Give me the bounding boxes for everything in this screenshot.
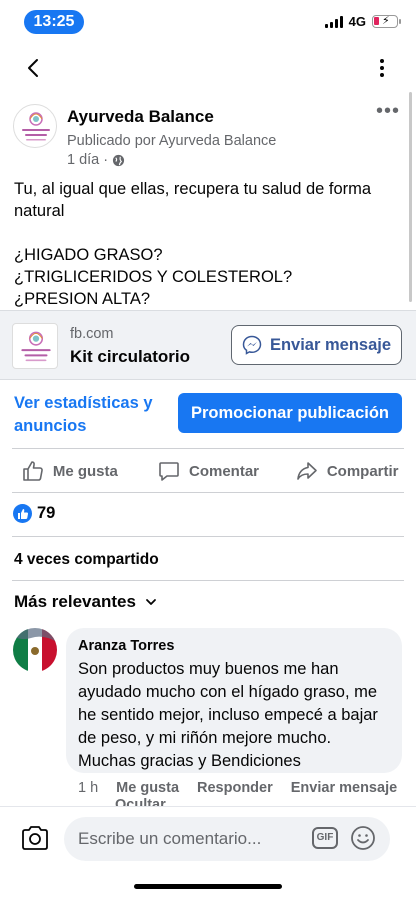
post-action-bar: Me gusta Comentar Compartir — [0, 450, 416, 492]
page-avatar[interactable] — [13, 104, 57, 148]
post-options-button[interactable]: ••• — [376, 100, 400, 123]
chevron-left-icon — [28, 59, 38, 77]
ayurveda-logo — [22, 112, 50, 141]
like-reaction-icon — [13, 504, 32, 523]
mexico-flag-avatar — [13, 628, 57, 672]
status-indicators: 4G ⚡ — [324, 14, 401, 29]
post-time: 1 día · — [67, 152, 125, 168]
published-by: Publicado por Ayurveda Balance — [67, 133, 277, 149]
status-time: 13:25 — [24, 10, 84, 34]
link-domain: fb.com — [70, 326, 114, 342]
comment-text: Son productos muy buenos me han ayudado … — [78, 660, 378, 770]
ayurveda-logo — [21, 331, 51, 362]
comment-author[interactable]: Aranza Torres — [78, 638, 390, 654]
vertical-dots-icon — [380, 59, 384, 77]
divider — [12, 580, 404, 581]
divider — [12, 536, 404, 537]
battery-icon: ⚡ — [372, 15, 401, 28]
chevron-down-icon — [146, 599, 156, 605]
send-message-label: Enviar mensaje — [269, 335, 392, 354]
camera-button[interactable] — [20, 824, 50, 852]
post-header: Ayurveda Balance Publicado por Ayurveda … — [0, 100, 416, 170]
comment-time: 1 h — [78, 780, 99, 796]
post-body: Tu, al igual que ellas, recupera tu salu… — [14, 178, 404, 310]
share-icon — [297, 462, 317, 480]
network-type: 4G — [348, 14, 366, 29]
link-title[interactable]: Kit circulatorio — [70, 347, 190, 367]
signal-icon — [324, 15, 343, 28]
comment-send-message-button[interactable]: Enviar mensaje — [291, 780, 397, 796]
send-message-button[interactable]: Enviar mensaje — [231, 325, 402, 365]
share-button[interactable]: Compartir — [277, 450, 416, 492]
top-nav — [0, 48, 416, 88]
post-text-line: ¿PRESION ALTA? — [14, 290, 151, 308]
post-text-line: ¿TRIGLICERIDOS Y COLESTEROL? — [14, 268, 293, 286]
comment-sort-dropdown[interactable]: Más relevantes — [14, 592, 158, 612]
thumbs-up-icon — [23, 461, 43, 481]
comment-icon — [159, 462, 179, 481]
divider — [12, 492, 404, 493]
gif-button[interactable]: GIF — [312, 827, 338, 849]
comment-actions: 1 h Me gusta Responder Enviar mensaje — [78, 780, 397, 796]
view-stats-link[interactable]: Ver estadísticas y anuncios — [14, 392, 174, 438]
globe-icon — [113, 154, 125, 166]
post-time-text: 1 día · — [67, 152, 109, 168]
post-text-spacer — [14, 222, 404, 244]
comment-reply-button[interactable]: Responder — [197, 780, 273, 796]
smiley-icon — [351, 826, 375, 850]
link-card[interactable]: fb.com Kit circulatorio Enviar mensaje — [0, 310, 416, 380]
comment-composer: Escribe un comentario... GIF — [0, 806, 416, 866]
comment-button[interactable]: Comentar — [139, 450, 278, 492]
stats-row: Ver estadísticas y anuncios Promocionar … — [0, 386, 416, 446]
status-bar: 13:25 4G ⚡ — [0, 0, 416, 44]
reaction-count: 79 — [37, 504, 56, 522]
share-label: Compartir — [326, 462, 399, 480]
more-options-button[interactable] — [368, 54, 396, 82]
emoji-button[interactable] — [350, 825, 376, 851]
promote-button[interactable]: Promocionar publicación — [178, 393, 402, 433]
sort-label: Más relevantes — [14, 592, 136, 611]
home-indicator[interactable] — [134, 884, 282, 889]
page-name[interactable]: Ayurveda Balance — [67, 107, 214, 127]
post-text-line: Tu, al igual que ellas, recupera tu salu… — [14, 180, 372, 220]
comment-label: Comentar — [189, 462, 260, 480]
reactions-summary[interactable]: 79 — [13, 504, 55, 523]
like-button[interactable]: Me gusta — [0, 450, 139, 492]
camera-icon — [22, 826, 48, 850]
divider — [12, 448, 404, 449]
back-button[interactable] — [20, 54, 48, 82]
comment-like-button[interactable]: Me gusta — [116, 780, 179, 796]
share-count[interactable]: 4 veces compartido — [14, 551, 159, 569]
post-text-line: ¿HIGADO GRASO? — [14, 246, 163, 264]
comment-input-placeholder: Escribe un comentario... — [78, 829, 262, 848]
like-label: Me gusta — [52, 462, 118, 480]
messenger-icon — [242, 335, 262, 355]
commenter-avatar[interactable] — [13, 628, 57, 672]
comment-input[interactable]: Escribe un comentario... GIF — [64, 817, 390, 861]
comment-bubble: Aranza Torres Son productos muy buenos m… — [66, 628, 402, 773]
link-thumbnail — [12, 323, 58, 369]
